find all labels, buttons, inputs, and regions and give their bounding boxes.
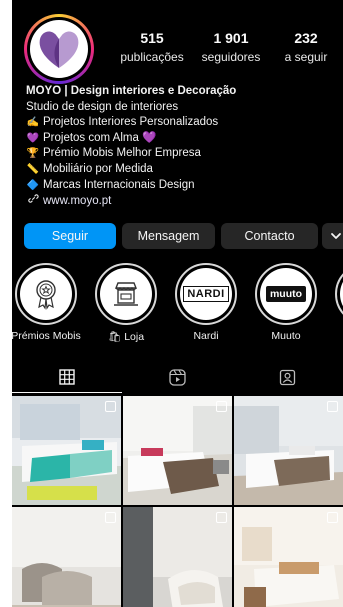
bio-line: 🔷 Marcas Internacionais Design	[26, 178, 336, 194]
posts-label: publicações	[120, 50, 184, 64]
multi-post-icon	[105, 401, 116, 412]
highlight-nardi[interactable]: NARDI Nardi	[171, 263, 241, 342]
bio-line: ✍ Projetos Interiores Personalizados	[26, 115, 336, 131]
award-medal-icon	[36, 280, 56, 310]
following-count[interactable]: 232 a seguir	[274, 30, 338, 65]
ruler-icon: 📏	[26, 163, 40, 175]
tagged-icon	[279, 369, 295, 385]
purple-heart-icon: 💜	[26, 132, 40, 144]
highlight-label: Prémios Mobis	[12, 330, 81, 342]
active-tab-indicator	[12, 392, 122, 393]
shopping-bag-icon: 🛍	[107, 331, 122, 343]
avatar	[30, 20, 88, 78]
highlight-muuto[interactable]: muuto Muuto	[251, 263, 321, 342]
multi-post-icon	[327, 401, 338, 412]
highlight-label: Muuto	[271, 330, 301, 342]
more-options-button[interactable]	[322, 223, 343, 249]
message-button[interactable]: Mensagem	[122, 223, 215, 249]
posts-number: 515	[140, 30, 164, 46]
posts-count[interactable]: 515 publicações	[112, 30, 192, 65]
muuto-logo: muuto	[265, 286, 307, 302]
post-thumbnail[interactable]	[234, 507, 343, 607]
post-thumbnail[interactable]	[123, 507, 232, 607]
tab-posts-grid[interactable]	[12, 360, 122, 394]
highlight-label: 🛍 Loja	[107, 331, 145, 343]
multi-post-icon	[327, 512, 338, 523]
diamond-icon: 🔷	[26, 179, 40, 191]
bedroom-photo	[234, 396, 343, 505]
followers-count[interactable]: 1 901 seguidores	[190, 30, 272, 65]
followers-number: 1 901	[213, 30, 249, 46]
multi-post-icon	[216, 401, 227, 412]
highlight-label: Nardi	[193, 330, 219, 342]
chevron-down-icon	[331, 233, 341, 239]
bio-line: 🏆 Prémio Mobis Melhor Empresa	[26, 146, 336, 162]
writing-hand-icon: ✍	[26, 117, 40, 129]
contact-button[interactable]: Contacto	[221, 223, 318, 249]
profile-name: MOYO | Design interiores e Decoração	[26, 85, 237, 97]
highlight-premios-mobis[interactable]: Prémios Mobis	[12, 263, 81, 342]
website-link[interactable]: www.moyo.pt	[26, 193, 336, 210]
profile-screen: 515 publicações 1 901 seguidores 232 a s…	[12, 0, 343, 607]
moyo-logo	[39, 31, 79, 68]
bedroom-photo	[123, 396, 232, 505]
reels-icon	[168, 368, 186, 386]
multi-post-icon	[216, 512, 227, 523]
profile-bio: MOYO | Design interiores e Decoração Stu…	[26, 84, 336, 210]
following-number: 232	[294, 30, 318, 46]
bedroom-photo	[12, 396, 121, 505]
multi-post-icon	[105, 512, 116, 523]
trophy-icon: 🏆	[26, 148, 40, 160]
tab-reels[interactable]	[122, 360, 232, 394]
follow-button[interactable]: Seguir	[24, 223, 116, 249]
profile-tabs	[12, 360, 343, 394]
bio-line: 💜 Projetos com Alma 💜	[26, 131, 336, 147]
profile-category: Studio de design de interiores	[26, 100, 179, 113]
profile-stats: 515 publicações 1 901 seguidores 232 a s…	[112, 30, 340, 70]
post-thumbnail[interactable]	[12, 507, 121, 607]
highlight-partial[interactable]: S	[331, 263, 343, 342]
highlight-loja[interactable]: 🛍 Loja	[91, 263, 161, 343]
post-thumbnail[interactable]	[12, 396, 121, 505]
link-icon	[26, 193, 40, 210]
grid-icon	[59, 369, 75, 385]
bio-line: 📏 Mobiliário por Medida	[26, 162, 336, 178]
profile-avatar-ring[interactable]	[24, 14, 94, 84]
tab-tagged[interactable]	[232, 360, 342, 394]
nardi-logo: NARDI	[183, 286, 229, 302]
followers-label: seguidores	[201, 50, 261, 64]
post-thumbnail[interactable]	[123, 396, 232, 505]
post-thumbnail[interactable]	[234, 396, 343, 505]
highlight-label: S	[331, 330, 343, 342]
shop-icon	[114, 282, 138, 306]
following-label: a seguir	[284, 50, 328, 64]
